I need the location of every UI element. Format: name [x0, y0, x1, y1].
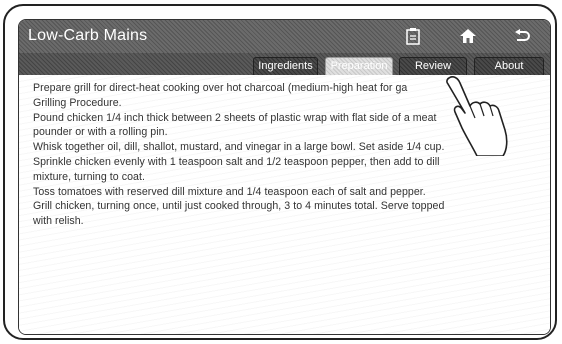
screen: Low-Carb Mains Ingredients Preparation R…	[18, 19, 551, 335]
back-button[interactable]	[509, 24, 535, 48]
tab-ingredients[interactable]: Ingredients	[253, 57, 318, 75]
list-button[interactable]	[400, 24, 426, 48]
home-icon	[460, 29, 476, 43]
title-bar: Low-Carb Mains	[19, 20, 550, 54]
content-line: with relish.	[33, 215, 84, 228]
back-arrow-icon	[515, 29, 530, 41]
app-title: Low-Carb Mains	[28, 27, 148, 44]
pointing-hand-icon	[446, 76, 508, 156]
content-line: Sprinkle chicken evenly with 1 teaspoon …	[33, 155, 440, 168]
tab-ingredients-label: Ingredients	[258, 60, 313, 72]
clipboard-icon	[406, 28, 420, 45]
home-button[interactable]	[455, 24, 481, 48]
content-line: Grill chicken, turning once, until just …	[33, 200, 445, 213]
tab-about-label: About	[494, 60, 524, 72]
tab-preparation-label: Preparation	[330, 60, 388, 72]
content-line: mixture, turning to coat.	[33, 170, 145, 183]
device-frame: Low-Carb Mains Ingredients Preparation R…	[3, 4, 557, 340]
tab-bar: Ingredients Preparation Review About	[19, 53, 550, 75]
content-line: Toss tomatoes with reserved dill mixture…	[33, 185, 426, 198]
tab-preparation[interactable]: Preparation	[325, 57, 393, 75]
tab-review-label: Review	[414, 60, 452, 72]
tab-review[interactable]: Review	[399, 57, 467, 75]
tab-about[interactable]: About	[474, 57, 544, 75]
